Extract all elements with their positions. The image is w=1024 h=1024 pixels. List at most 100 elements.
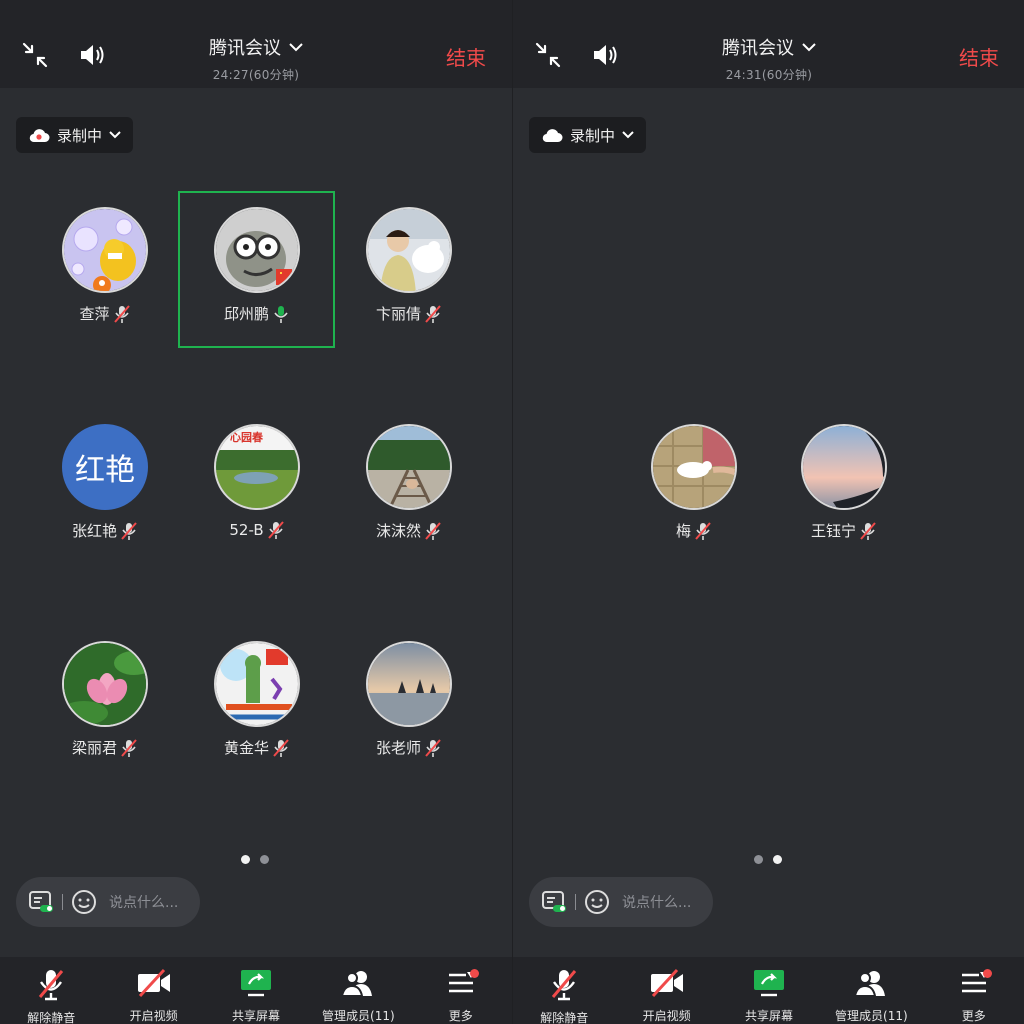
participant-name: 沫沫然: [375, 522, 421, 540]
chat-placeholder[interactable]: 说点什么...: [622, 892, 691, 912]
participant-tile[interactable]: 梁丽君: [29, 641, 179, 781]
toolbar-label: 更多: [961, 1009, 986, 1023]
avatar: [651, 424, 737, 510]
chat-input-bar[interactable]: 说点什么...: [16, 877, 200, 927]
participant-tile[interactable]: 张老师: [333, 641, 483, 781]
notification-badge: [982, 969, 992, 978]
mic-muted-icon: [121, 521, 137, 540]
page-indicator[interactable]: [241, 855, 269, 864]
mic-muted-icon: [552, 970, 577, 1001]
participant-name: 梅: [675, 522, 691, 540]
speaker-button[interactable]: [589, 38, 623, 72]
participant-tile[interactable]: 黄金华: [181, 641, 331, 781]
speaker-icon: [81, 45, 104, 65]
speaker-button[interactable]: [76, 38, 110, 72]
participant-tile[interactable]: 红艳 张红艳: [29, 424, 179, 564]
chevron-down-icon: [109, 131, 121, 139]
participant-tile[interactable]: 沫沫然: [333, 424, 483, 564]
manage-members-button[interactable]: 管理成员(11): [820, 957, 922, 1024]
share-screen-button[interactable]: 共享屏幕: [205, 957, 307, 1024]
speaker-icon: [594, 45, 617, 65]
meeting-title-area[interactable]: 腾讯会议 24:27(60分钟): [156, 34, 356, 83]
mic-muted-icon: [425, 304, 441, 323]
minimize-button[interactable]: [18, 38, 52, 72]
chat-toggle-icon: [29, 891, 53, 912]
avatar: [62, 641, 148, 727]
toolbar-label: 开启视频: [129, 1009, 178, 1023]
participant-name: 张老师: [375, 739, 421, 757]
participant-name: 邱州鹏: [223, 305, 269, 323]
mic-muted-icon: [425, 738, 441, 757]
participant-tile[interactable]: 梅: [618, 424, 768, 564]
avatar: [62, 207, 148, 293]
page-dot[interactable]: [773, 855, 782, 864]
more-button[interactable]: 更多: [410, 957, 512, 1024]
participant-tile[interactable]: 心园春 52-B: [181, 424, 331, 564]
end-meeting-button[interactable]: 结束: [446, 42, 486, 71]
minimize-button[interactable]: [531, 38, 565, 72]
participant-name: 黄金华: [223, 739, 269, 757]
toolbar-label: 管理成员(11): [322, 1009, 395, 1023]
participant-tile[interactable]: 卞丽倩: [333, 207, 483, 347]
chat-input-bar[interactable]: 说点什么...: [529, 877, 713, 927]
avatar: [214, 641, 300, 727]
recording-label: 录制中: [57, 126, 103, 145]
meeting-screen-left: 腾讯会议 24:27(60分钟) 结束 录制中 查萍 邱州鹏 卞丽倩 红艳 张红…: [0, 0, 512, 1024]
meeting-timer: 24:27(60分钟): [212, 68, 300, 82]
page-dot[interactable]: [241, 855, 250, 864]
mic-muted-icon: [425, 521, 441, 540]
meeting-title: 腾讯会议: [722, 38, 794, 59]
avatar: 心园春: [214, 424, 300, 510]
participant-tile[interactable]: 邱州鹏: [181, 207, 331, 347]
participant-name: 王钰宁: [810, 522, 856, 540]
meeting-screen-right: 腾讯会议 24:31(60分钟) 结束 录制中 梅 王钰宁 说点什么... 解除…: [512, 0, 1024, 1024]
end-meeting-button[interactable]: 结束: [959, 42, 999, 71]
avatar: [214, 207, 300, 293]
avatar: 红艳: [62, 424, 148, 510]
mic-muted-icon: [695, 521, 711, 540]
video-button[interactable]: 开启视频: [102, 957, 204, 1024]
chevron-down-icon: [622, 131, 634, 139]
participant-name: 52-B: [229, 521, 264, 539]
unmute-button[interactable]: 解除静音: [0, 957, 102, 1024]
share-screen-button[interactable]: 共享屏幕: [718, 957, 820, 1024]
toolbar-label: 共享屏幕: [231, 1009, 280, 1023]
recording-badge[interactable]: 录制中: [529, 117, 647, 153]
share-screen-icon: [240, 970, 271, 997]
camera-off-icon: [137, 968, 170, 998]
recording-label: 录制中: [570, 126, 616, 145]
toolbar-label: 解除静音: [27, 1011, 76, 1024]
chat-toggle-icon: [542, 891, 566, 912]
emoji-icon[interactable]: [584, 889, 610, 915]
page-dot[interactable]: [754, 855, 763, 864]
participant-name: 张红艳: [71, 522, 117, 540]
chat-placeholder[interactable]: 说点什么...: [109, 892, 178, 912]
meeting-timer: 24:31(60分钟): [725, 68, 813, 82]
mic-active-icon: [274, 305, 288, 323]
members-icon: [854, 971, 886, 997]
divider: [62, 894, 63, 910]
toolbar-label: 管理成员(11): [835, 1009, 908, 1023]
camera-off-icon: [650, 968, 683, 998]
page-indicator[interactable]: [754, 855, 782, 864]
unmute-button[interactable]: 解除静音: [513, 957, 615, 1024]
avatar: [366, 207, 452, 293]
meeting-title-area[interactable]: 腾讯会议 24:31(60分钟): [669, 34, 869, 83]
toolbar-label: 解除静音: [540, 1011, 589, 1024]
recording-badge[interactable]: 录制中: [16, 117, 134, 153]
more-button[interactable]: 更多: [923, 957, 1024, 1024]
participant-tile[interactable]: 王钰宁: [768, 424, 918, 564]
collapse-arrows-icon: [535, 42, 561, 68]
video-button[interactable]: 开启视频: [615, 957, 717, 1024]
participant-name: 查萍: [79, 305, 110, 323]
emoji-icon[interactable]: [71, 889, 97, 915]
participant-tile[interactable]: 查萍: [29, 207, 179, 347]
bottom-toolbar: 解除静音 开启视频 共享屏幕 管理成员(11) 更多: [513, 957, 1024, 1024]
cloud-icon: [542, 129, 563, 143]
mic-muted-icon: [39, 970, 64, 1001]
page-dot[interactable]: [260, 855, 269, 864]
chevron-down-icon: [289, 43, 303, 52]
collapse-arrows-icon: [22, 42, 48, 68]
mic-muted-icon: [860, 521, 876, 540]
manage-members-button[interactable]: 管理成员(11): [307, 957, 409, 1024]
